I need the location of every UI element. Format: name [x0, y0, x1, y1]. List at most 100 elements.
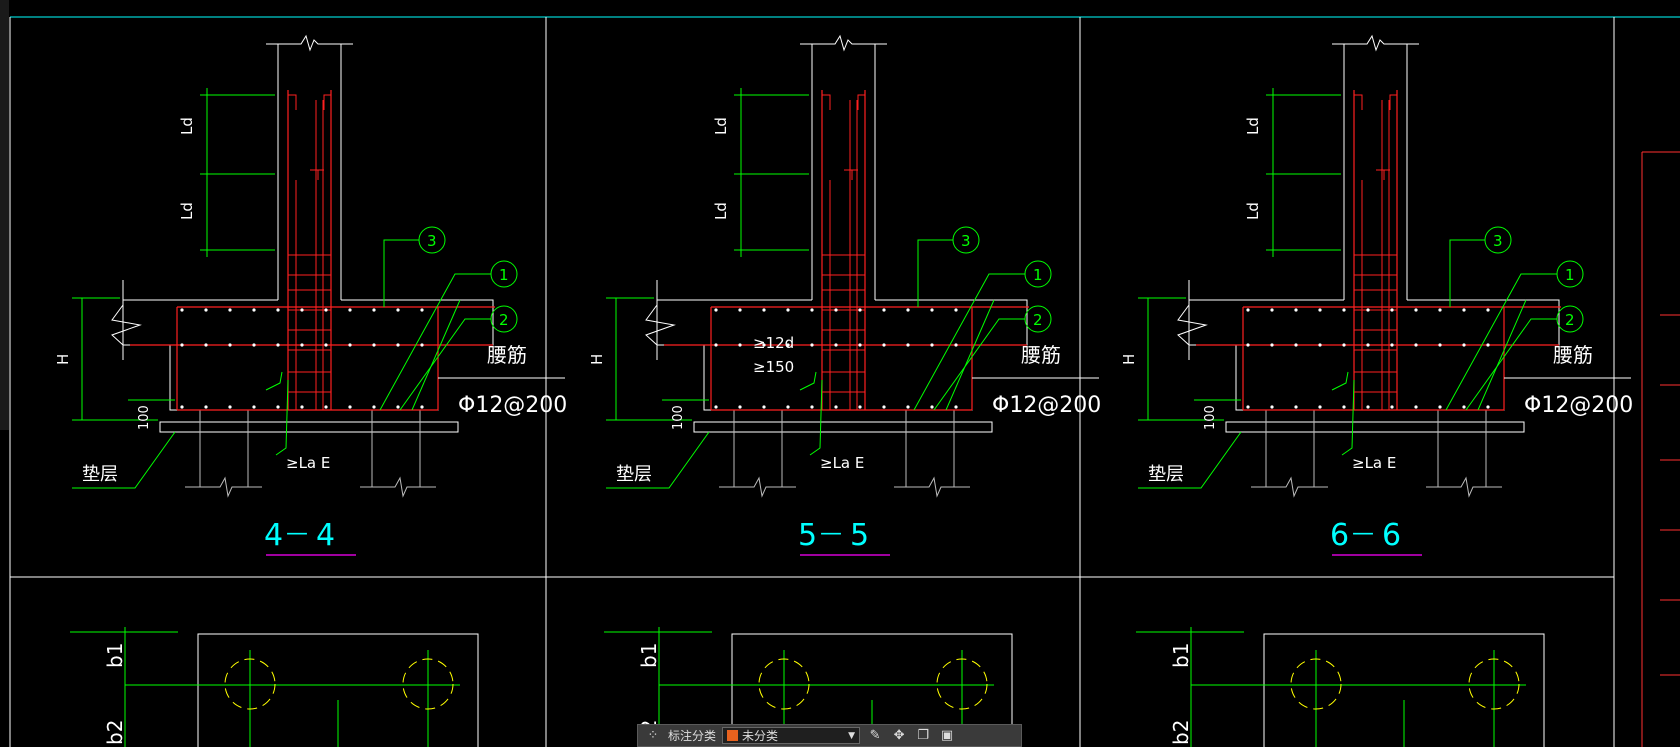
sheet-frame: [9, 16, 1680, 747]
rebar-dot: [300, 405, 304, 409]
rebar-hook: [844, 169, 853, 180]
rebar-hook: [1389, 94, 1397, 110]
section-detail-4-4: LdLdH100垫层≥La E312腰筋Φ12@2004—4b1b2: [54, 34, 567, 747]
anchor-leader: [1341, 379, 1355, 456]
pile-break-right: [1426, 476, 1502, 498]
height-label: H: [54, 354, 72, 365]
callout-3-number: 3: [427, 232, 437, 250]
rebar-dot: [204, 343, 208, 347]
rebar-hook: [1354, 94, 1363, 110]
rebar-dot: [714, 343, 718, 347]
section-title-dash: —: [286, 521, 308, 546]
paste-icon[interactable]: ▣: [938, 728, 956, 744]
rebar-dot: [1462, 308, 1466, 312]
callout-3-number: 3: [1493, 232, 1503, 250]
rebar-dot: [810, 405, 814, 409]
waist-bar-label: 腰筋: [1021, 343, 1061, 367]
rebar-dot: [1366, 405, 1370, 409]
b1-label: b1: [1169, 643, 1193, 668]
break-line-top: [800, 34, 887, 52]
rebar-dot: [906, 405, 910, 409]
waist-bar-label: 腰筋: [1553, 343, 1593, 367]
rebar-hook: [1376, 169, 1385, 180]
rebar-dot: [930, 308, 934, 312]
rebar-dot: [1270, 308, 1274, 312]
section-title-right: 6: [1382, 518, 1401, 553]
rebar-dot: [180, 343, 184, 347]
rebar-dot: [228, 343, 232, 347]
rebar-dot: [324, 308, 328, 312]
rebar-dot: [858, 308, 862, 312]
left-panel-edge: [0, 0, 9, 430]
callout-1-leader: [1445, 273, 1557, 411]
grid-icon[interactable]: ⁘: [644, 728, 662, 744]
rebar-dot: [300, 308, 304, 312]
anchor-leader-short: [265, 371, 283, 391]
rebar-dot: [1342, 308, 1346, 312]
rebar-dot: [810, 343, 814, 347]
break-line-left: [111, 304, 142, 346]
ld-label-lower: Ld: [712, 202, 730, 220]
rebar-dot: [786, 308, 790, 312]
category-dropdown[interactable]: 未分类 ▼: [722, 727, 861, 744]
pile-break-left: [185, 476, 262, 498]
cad-drawing-canvas[interactable]: LdLdH100垫层≥La E312腰筋Φ12@2004—4b1b2LdLdH1…: [0, 0, 1680, 747]
rebar-dot: [906, 308, 910, 312]
pile-cap-plan: b1 b2: [1136, 627, 1545, 747]
edit-icon[interactable]: ✎: [866, 728, 884, 744]
cover-label: 100: [671, 405, 686, 430]
rebar-dot: [1246, 308, 1250, 312]
move-icon[interactable]: ✥: [890, 728, 908, 744]
anchor-leader-short: [1331, 371, 1349, 391]
bar-spec-label: Φ12@200: [992, 393, 1101, 418]
copy-icon[interactable]: ❐: [914, 728, 932, 744]
rebar-hook: [323, 94, 331, 110]
cushion-label: 垫层: [1148, 464, 1184, 485]
section-title-dash: —: [1352, 521, 1374, 546]
rebar-dot: [1414, 343, 1418, 347]
rebar-dot: [762, 308, 766, 312]
rebar-dot: [834, 405, 838, 409]
b1-label: b1: [637, 643, 661, 668]
rebar-dot: [1462, 405, 1466, 409]
rebar-dot: [420, 343, 424, 347]
rebar-dot: [786, 405, 790, 409]
rebar-dot: [930, 343, 934, 347]
pile-break-right: [360, 476, 436, 498]
rebar-dot: [276, 405, 280, 409]
rebar-dot: [1438, 308, 1442, 312]
spacing-note-12d: ≥12d: [753, 334, 794, 352]
rebar-dot: [1414, 308, 1418, 312]
cushion-layer: [1225, 421, 1525, 433]
cushion-label: 垫层: [616, 464, 652, 485]
rebar-hook: [310, 169, 319, 180]
callout-1-number: 1: [499, 266, 509, 284]
callout-3-leader: [917, 239, 953, 307]
cover-label: 100: [137, 405, 152, 430]
anchor-label: ≥La E: [286, 454, 330, 472]
callout-2-number: 2: [1033, 311, 1043, 329]
rebar-hook: [822, 94, 831, 110]
rebar-dot: [906, 343, 910, 347]
callout-2-number: 2: [1565, 311, 1575, 329]
waist-bar-label: 腰筋: [487, 343, 527, 367]
rebar-dot: [372, 308, 376, 312]
rebar-dot: [1246, 405, 1250, 409]
rebar-dot: [882, 405, 886, 409]
rebar-dot: [180, 308, 184, 312]
bar-spec-label: Φ12@200: [1524, 393, 1633, 418]
b1-label: b1: [103, 643, 127, 668]
rebar-dot: [738, 405, 742, 409]
callout-leader-extra: [411, 299, 461, 411]
rebar-dot: [420, 405, 424, 409]
rebar-dot: [1294, 343, 1298, 347]
rebar-dot: [1318, 343, 1322, 347]
rebar-dot: [396, 308, 400, 312]
rebar-hook: [288, 94, 297, 110]
callout-leader-extra: [1477, 299, 1527, 411]
rebar-dot: [1462, 343, 1466, 347]
b2-label: b2: [1169, 720, 1193, 745]
callout-3-leader: [1449, 239, 1485, 307]
rebar-dot: [882, 308, 886, 312]
section-detail-6-6: LdLdH100垫层≥La E312腰筋Φ12@2006—6b1b2: [1120, 34, 1633, 747]
